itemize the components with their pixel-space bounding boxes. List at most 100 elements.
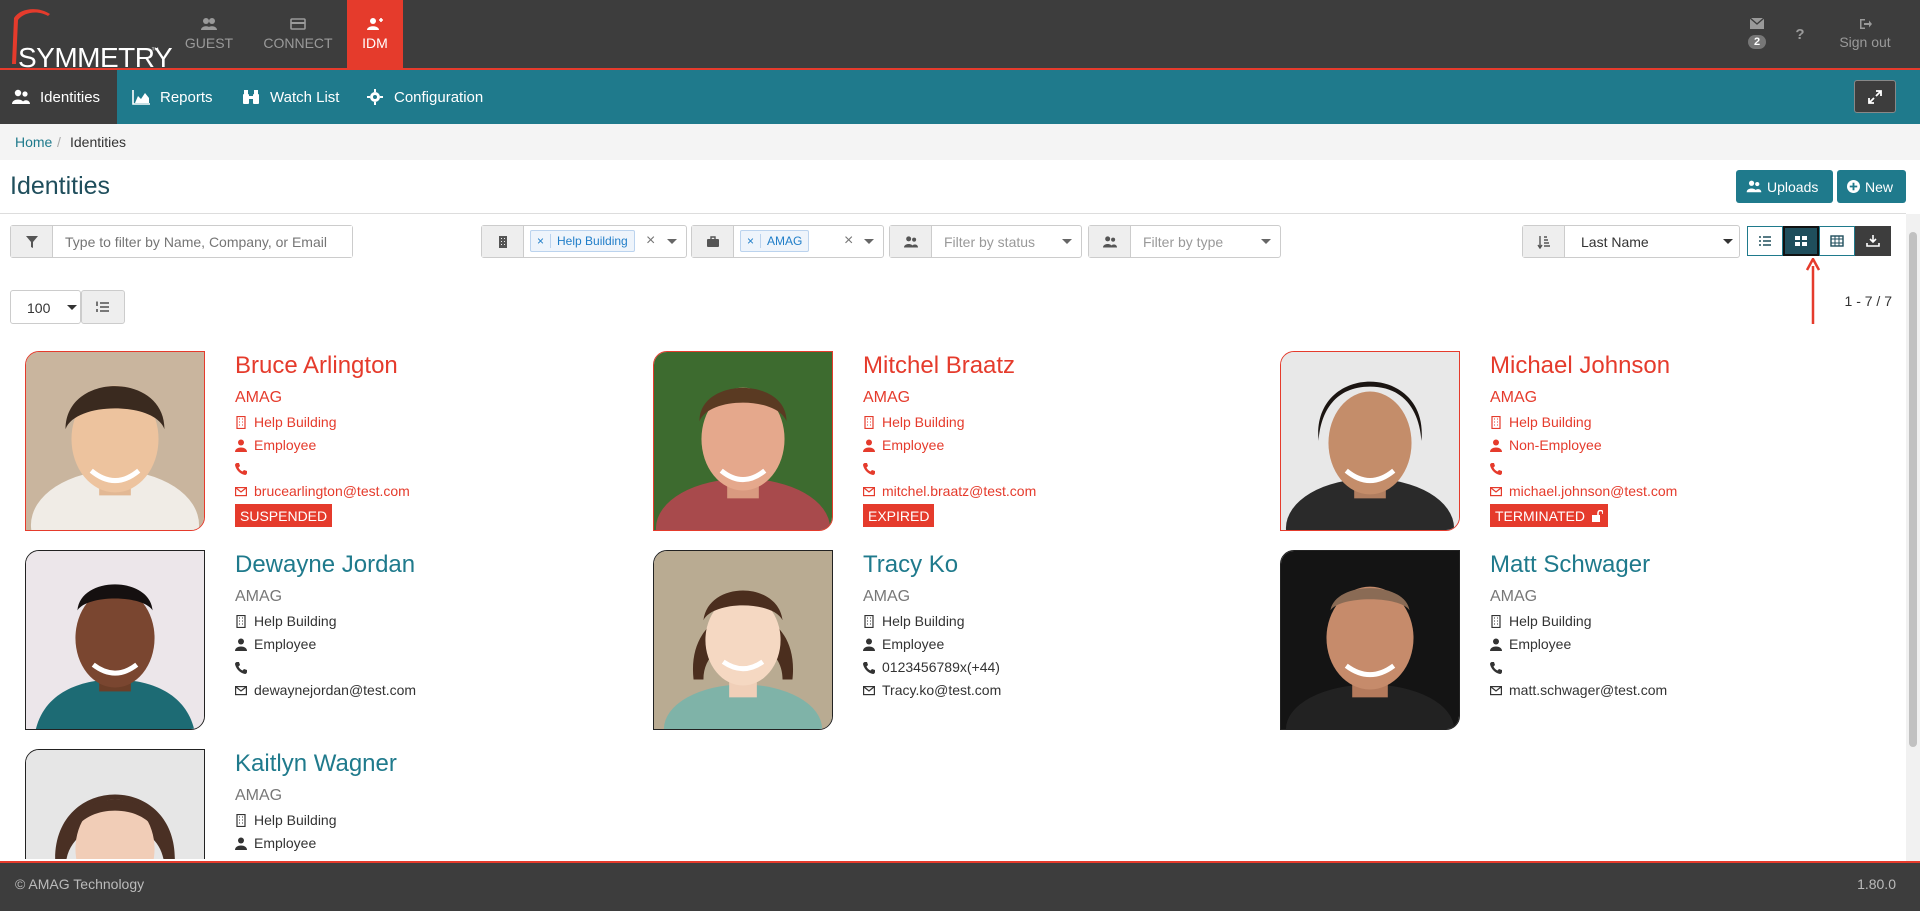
app-tab-guest-label: GUEST: [184, 35, 234, 51]
avatar[interactable]: [1280, 351, 1460, 531]
identity-company: AMAG: [1490, 389, 1538, 406]
nav-identities-label: Identities: [40, 88, 101, 106]
briefcase-icon-addon: [692, 226, 734, 257]
clear-building-icon[interactable]: ×: [646, 232, 655, 250]
fullscreen-button[interactable]: [1854, 80, 1896, 113]
identity-card[interactable]: Mitchel Braatz AMAG Help Building Employ…: [653, 351, 1213, 533]
identity-name[interactable]: Dewayne Jordan: [235, 551, 416, 579]
identity-info: Dewayne Jordan AMAG Help Building Employ…: [235, 550, 416, 698]
identity-email[interactable]: mitchel.braatz@test.com: [882, 483, 1036, 499]
avatar[interactable]: [25, 550, 205, 730]
briefcase-icon: [706, 235, 719, 247]
download-button[interactable]: [1855, 226, 1891, 256]
card-view-button[interactable]: [1783, 226, 1819, 256]
nav-configuration[interactable]: Configuration: [354, 70, 495, 124]
identity-email[interactable]: Tracy.ko@test.com: [882, 682, 1001, 698]
building-filter-tag[interactable]: × Help Building: [530, 230, 635, 252]
identity-email-row: michael.johnson@test.com: [1490, 483, 1677, 499]
status-badge-label: SUSPENDED: [240, 507, 328, 524]
scrollbar-thumb[interactable]: [1909, 232, 1917, 747]
identity-card[interactable]: Bruce Arlington AMAG Help Building Emplo…: [25, 351, 585, 533]
user-icon: [863, 638, 875, 651]
uploads-button[interactable]: Uploads: [1736, 170, 1833, 203]
nav-identities[interactable]: Identities: [0, 70, 117, 124]
breadcrumb-home[interactable]: Home: [15, 134, 52, 150]
avatar[interactable]: [25, 749, 205, 859]
identity-email[interactable]: dewaynejordan@test.com: [254, 682, 416, 698]
identity-name[interactable]: Matt Schwager: [1490, 551, 1667, 579]
type-filter[interactable]: Filter by type: [1088, 225, 1281, 258]
company-filter[interactable]: × AMAG ×: [691, 225, 884, 258]
binoculars-icon: [243, 90, 259, 104]
sort-order-button[interactable]: [81, 290, 125, 324]
identity-type: Employee: [882, 437, 945, 453]
remove-tag-icon[interactable]: ×: [531, 234, 552, 248]
identity-name[interactable]: Mitchel Braatz: [863, 352, 1036, 380]
identity-phone-row: [863, 460, 1036, 476]
filter-icon: [25, 235, 38, 248]
user-icon: [235, 439, 247, 452]
module-nav-bar: Identities Reports Watch List Configurat…: [0, 70, 1920, 124]
page-scrollbar[interactable]: [1906, 214, 1920, 861]
users-icon: [201, 18, 217, 30]
footer-version: 1.80.0: [1857, 876, 1896, 892]
identity-card[interactable]: Dewayne Jordan AMAG Help Building Employ…: [25, 550, 585, 732]
identity-card[interactable]: Tracy Ko AMAG Help Building Employee 012…: [653, 550, 1213, 732]
identity-card[interactable]: Matt Schwager AMAG Help Building Employe…: [1280, 550, 1840, 732]
avatar[interactable]: [1280, 550, 1460, 730]
identity-name[interactable]: Kaitlyn Wagner: [235, 750, 397, 778]
sort-select[interactable]: Last Name: [1565, 226, 1665, 257]
avatar[interactable]: [653, 550, 833, 730]
clear-company-icon[interactable]: ×: [844, 232, 853, 250]
identity-card[interactable]: Kaitlyn Wagner AMAG Help Building Employ…: [25, 749, 585, 859]
signout-button[interactable]: Sign out: [1830, 0, 1900, 70]
status-badge: TERMINATED: [1490, 504, 1608, 527]
sort-group: Last Name: [1522, 225, 1740, 258]
app-tab-guest[interactable]: GUEST: [178, 0, 240, 70]
list-ordered-icon: [96, 301, 109, 312]
company-filter-tag[interactable]: × AMAG: [740, 230, 810, 252]
building-icon: [236, 614, 246, 628]
help-button[interactable]: ?: [1790, 0, 1810, 70]
identity-email[interactable]: matt.schwager@test.com: [1509, 682, 1667, 698]
identity-type: Employee: [254, 437, 317, 453]
app-tab-idm[interactable]: IDM: [347, 0, 403, 70]
identity-email-row: dewaynejordan@test.com: [235, 682, 416, 698]
new-identity-button[interactable]: New: [1837, 170, 1906, 203]
phone-icon: [235, 661, 247, 674]
symmetry-logo[interactable]: SYMMETRY ™: [6, 6, 173, 73]
app-tab-connect[interactable]: CONNECT: [258, 0, 338, 70]
identity-name[interactable]: Tracy Ko: [863, 551, 1001, 579]
unlock-icon: [1591, 509, 1603, 522]
app-tab-idm-label: IDM: [362, 35, 388, 51]
identity-type-row: Employee: [1490, 636, 1667, 652]
building-filter[interactable]: × Help Building ×: [481, 225, 687, 258]
identity-name[interactable]: Bruce Arlington: [235, 352, 410, 380]
identity-name[interactable]: Michael Johnson: [1490, 352, 1677, 380]
identity-email-row: matt.schwager@test.com: [1490, 682, 1667, 698]
nav-reports[interactable]: Reports: [120, 70, 225, 124]
page-size-select[interactable]: 100: [10, 290, 81, 324]
identity-phone: 0123456789x(+44): [882, 659, 1000, 675]
phone-icon: [235, 462, 247, 475]
identity-building-row: Help Building: [1490, 414, 1677, 430]
table-view-button[interactable]: [1819, 226, 1855, 256]
nav-watch-list[interactable]: Watch List: [230, 70, 351, 124]
list-view-button[interactable]: [1747, 226, 1783, 256]
identity-company: AMAG: [235, 389, 283, 406]
messages-button[interactable]: 2: [1742, 0, 1772, 70]
identity-email[interactable]: michael.johnson@test.com: [1509, 483, 1677, 499]
status-filter[interactable]: Filter by status: [889, 225, 1082, 258]
search-input[interactable]: [53, 226, 352, 257]
chevron-down-icon: [1723, 239, 1733, 244]
identity-building-row: Help Building: [1490, 613, 1667, 629]
identity-email[interactable]: brucearlington@test.com: [254, 483, 410, 499]
avatar[interactable]: [653, 351, 833, 531]
building-icon: [498, 235, 507, 248]
envelope-icon: [863, 685, 875, 695]
remove-tag-icon[interactable]: ×: [741, 234, 762, 248]
status-badge: SUSPENDED: [235, 504, 333, 527]
avatar[interactable]: [25, 351, 205, 531]
identity-card[interactable]: Michael Johnson AMAG Help Building Non-E…: [1280, 351, 1840, 533]
portrait-image: [26, 750, 204, 859]
